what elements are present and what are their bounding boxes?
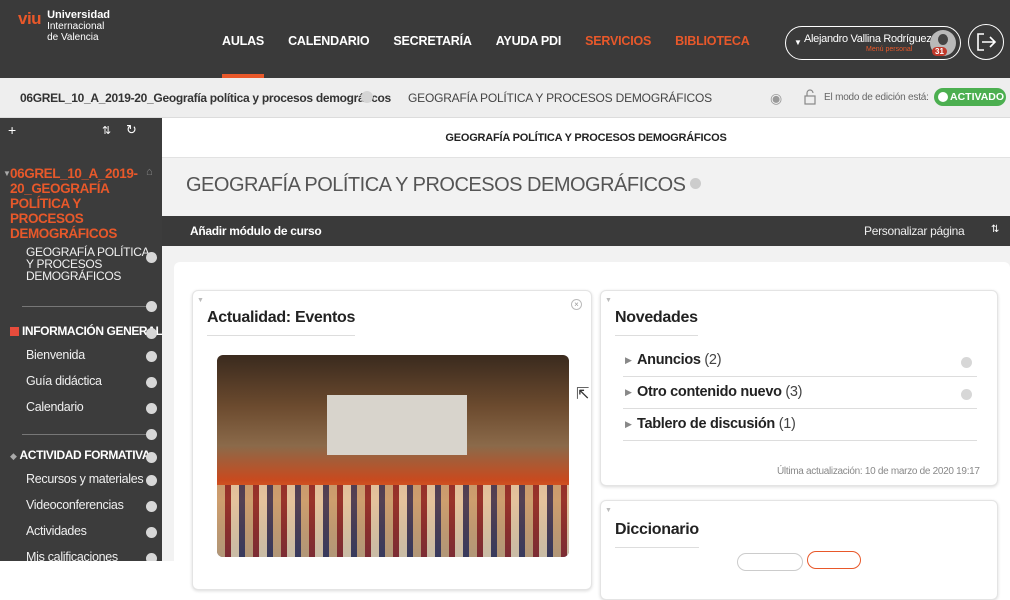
sidebar-item-calendario[interactable]: Calendario — [26, 400, 84, 414]
sidebar-item-bienvenida[interactable]: Bienvenida — [26, 348, 85, 362]
chevron-right-icon: ▶ — [625, 387, 632, 397]
course-sidebar: + ⇅ ↻ ▼ 06GREL_10_A_2019-20_GEOGRAFÍA PO… — [0, 118, 162, 561]
news-item-otro-contenido[interactable]: ▶ Otro contenido nuevo (3) — [623, 379, 977, 409]
sort-icon[interactable]: ⇅ — [991, 224, 999, 235]
status-dot-icon — [146, 475, 157, 486]
nav-aulas[interactable]: AULAS — [222, 34, 264, 78]
status-dot-icon — [146, 377, 157, 388]
sidebar-item-recursos[interactable]: Recursos y materiales — [26, 472, 144, 486]
main-nav: AULAS CALENDARIO SECRETARÍA AYUDA PDI SE… — [222, 34, 774, 78]
news-item-anuncios[interactable]: ▶ Anuncios (2) — [623, 347, 977, 377]
divider — [22, 306, 146, 307]
user-menu-label: Menú personal — [866, 46, 913, 53]
edit-mode-toggle[interactable]: ACTIVADO — [934, 88, 1006, 106]
status-dot-icon — [146, 501, 157, 512]
collapse-icon[interactable]: ▼ — [605, 297, 612, 304]
status-dot-icon — [146, 301, 157, 312]
expand-icon: ▼ — [3, 169, 11, 178]
status-dot-icon — [146, 452, 157, 463]
nav-biblioteca[interactable]: BIBLIOTECA — [675, 34, 750, 48]
status-dot-icon — [961, 389, 972, 400]
top-navbar: viu Universidad Internacional de Valenci… — [0, 0, 1010, 78]
breadcrumb: 06GREL_10_A_2019-20_Geografía política y… — [0, 78, 1010, 118]
event-photo[interactable] — [217, 355, 569, 557]
unlock-icon[interactable] — [803, 89, 817, 105]
sidebar-item-videoconferencias[interactable]: Videoconferencias — [26, 498, 124, 512]
chevron-right-icon: ▶ — [625, 355, 632, 365]
add-block-button[interactable]: Añadir módulo de curso — [190, 224, 322, 238]
sidebar-course-title[interactable]: ▼ 06GREL_10_A_2019-20_GEOGRAFÍA POLÍTICA… — [3, 166, 150, 241]
nav-secretaria[interactable]: SECRETARÍA — [393, 34, 472, 48]
breadcrumb-current[interactable]: GEOGRAFÍA POLÍTICA Y PROCESOS DEMOGRÁFIC… — [408, 91, 712, 105]
logo-line-1: Universidad — [47, 9, 111, 21]
customize-page-button[interactable]: Personalizar página — [864, 224, 965, 238]
status-dot-icon — [146, 328, 157, 339]
status-dot-icon — [146, 527, 157, 538]
logo-line-2: Internacional — [47, 21, 105, 32]
mouse-cursor-icon: ⇱ — [576, 386, 590, 403]
status-dot-icon — [146, 553, 157, 561]
status-dot-icon — [146, 351, 157, 362]
dictionary-block: ▼ Diccionario — [600, 500, 998, 600]
chevron-icon: ◆ — [10, 451, 17, 461]
close-icon[interactable]: × — [571, 299, 582, 310]
edit-mode-label: El modo de edición está: — [824, 92, 929, 103]
eye-icon[interactable]: ◉ — [770, 90, 782, 107]
logout-icon — [977, 33, 997, 51]
sidebar-item-course[interactable]: GEOGRAFÍA POLÍTICA Y PROCESOS DEMOGRÁFIC… — [26, 246, 150, 282]
dictionary-button-active[interactable] — [807, 551, 861, 569]
calendar-icon — [10, 327, 19, 336]
nav-calendario[interactable]: CALENDARIO — [288, 34, 370, 48]
sidebar-item-calificaciones[interactable]: Mis calificaciones — [26, 550, 118, 561]
university-logo[interactable]: viu Universidad Internacional de Valenci… — [18, 9, 111, 64]
notification-badge: 31 — [932, 47, 947, 56]
news-block: ▼ Novedades ▶ Anuncios (2) ▶ Otro conten… — [600, 290, 998, 486]
collapse-icon[interactable]: ▼ — [197, 297, 204, 304]
home-icon[interactable]: ⌂ — [146, 166, 153, 178]
dictionary-button[interactable] — [737, 553, 803, 571]
caret-down-icon: ▼ — [794, 38, 802, 47]
nav-servicios[interactable]: SERVICIOS — [585, 34, 651, 48]
chevron-right-icon: ▶ — [625, 419, 632, 429]
events-block: ▼ × Actualidad: Eventos — [192, 290, 592, 590]
status-dot-icon — [146, 403, 157, 414]
breadcrumb-course[interactable]: 06GREL_10_A_2019-20_Geografía política y… — [20, 91, 391, 105]
logout-button[interactable] — [968, 24, 1004, 60]
logo-mark: viu — [18, 9, 42, 28]
sort-icon[interactable]: ⇅ — [102, 124, 111, 137]
sidebar-item-guia[interactable]: Guía didáctica — [26, 374, 102, 388]
refresh-icon[interactable]: ↻ — [126, 122, 137, 138]
news-block-title: Novedades — [615, 309, 698, 336]
divider — [22, 434, 146, 435]
status-dot-icon — [146, 429, 157, 440]
events-block-title: Actualidad: Eventos — [207, 309, 355, 336]
status-dot-icon — [146, 252, 157, 263]
dictionary-block-title: Diccionario — [615, 521, 699, 548]
block-toolbar: Añadir módulo de curso Personalizar pági… — [162, 216, 1010, 246]
logo-line-3: de Valencia — [47, 32, 99, 43]
edit-title-icon[interactable] — [689, 178, 701, 189]
status-dot-icon — [961, 357, 972, 368]
sidebar-item-actividades[interactable]: Actividades — [26, 524, 87, 538]
add-icon[interactable]: + — [8, 122, 16, 138]
nav-ayuda-pdi[interactable]: AYUDA PDI — [496, 34, 562, 48]
page-title: GEOGRAFÍA POLÍTICA Y PROCESOS DEMOGRÁFIC… — [186, 174, 701, 197]
sidebar-section-informacion[interactable]: INFORMACIÓN GENERAL — [10, 324, 162, 338]
course-header: GEOGRAFÍA POLÍTICA Y PROCESOS DEMOGRÁFIC… — [162, 118, 1010, 158]
collapse-icon[interactable]: ▼ — [605, 507, 612, 514]
last-update-text: Última actualización: 10 de marzo de 202… — [777, 466, 980, 477]
news-item-tablero[interactable]: ▶ Tablero de discusión (1) — [623, 411, 977, 441]
user-name: Alejandro Vallina Rodríguez — [804, 33, 932, 45]
sidebar-section-actividad[interactable]: ◆ ACTIVIDAD FORMATIVA — [10, 448, 151, 462]
main-content: GEOGRAFÍA POLÍTICA Y PROCESOS DEMOGRÁFIC… — [162, 118, 1010, 600]
user-menu[interactable]: ▼ Alejandro Vallina Rodríguez Menú perso… — [785, 26, 961, 60]
breadcrumb-separator-icon — [361, 91, 373, 103]
